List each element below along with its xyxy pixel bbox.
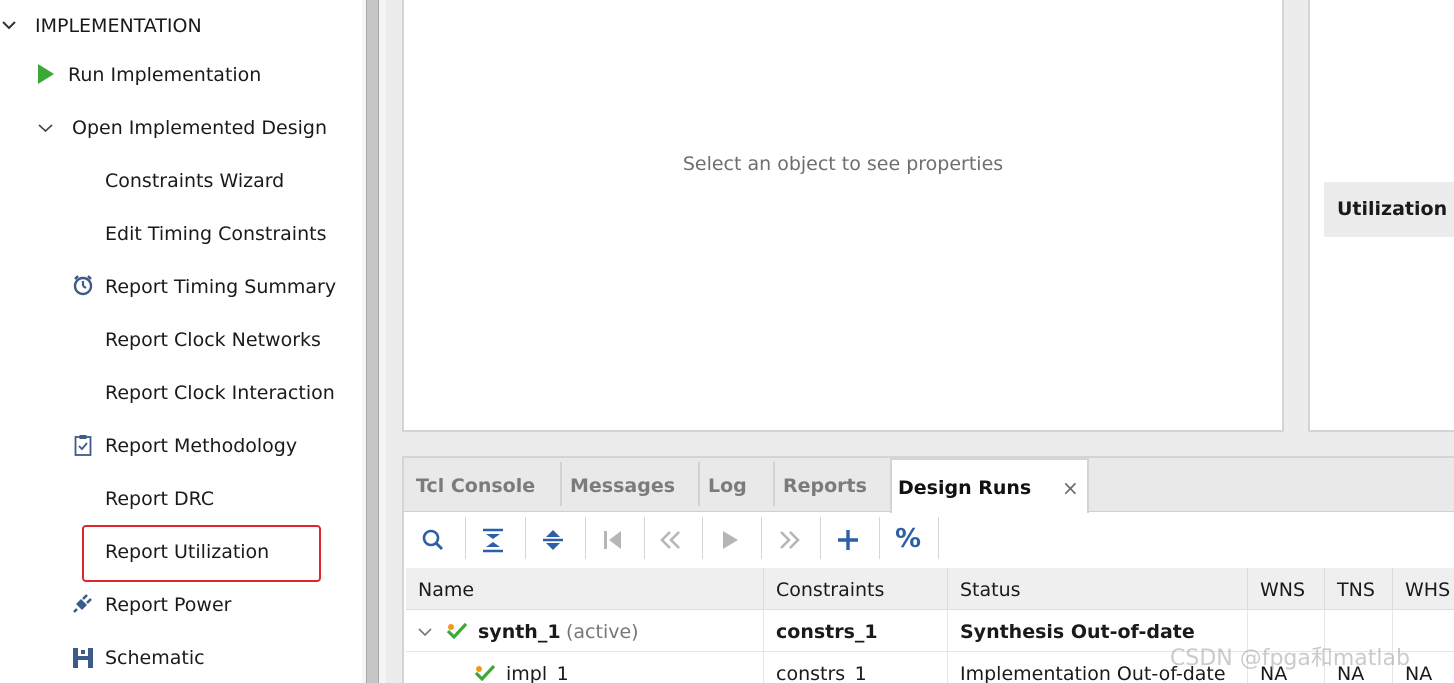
column-header-wns[interactable]: WNS: [1248, 568, 1325, 610]
status-cell: Synthesis Out-of-date: [948, 610, 1248, 652]
clipboard-check-icon: [74, 435, 92, 456]
wns-cell: [1248, 610, 1325, 652]
nav-label: Constraints Wizard: [105, 170, 285, 192]
tab-messages[interactable]: Messages: [560, 458, 696, 512]
toolbar-divider: [644, 517, 645, 559]
add-button[interactable]: [827, 521, 869, 559]
wns-cell: NA: [1248, 652, 1325, 683]
column-header-tns[interactable]: TNS: [1325, 568, 1393, 610]
toolbar-divider: [702, 517, 703, 559]
first-icon: [604, 531, 621, 549]
highlight-box: [82, 525, 321, 582]
tab-reports[interactable]: Reports: [773, 458, 889, 512]
expand-all-icon: [543, 530, 563, 550]
toolbar-divider: [585, 517, 586, 559]
nav-label: Report DRC: [105, 488, 215, 510]
stopwatch-icon: [73, 275, 93, 296]
column-header-constraints[interactable]: Constraints: [764, 568, 948, 610]
collapse-all-icon: [483, 528, 503, 553]
tab-label: Log: [708, 475, 747, 497]
toolbar-divider: [525, 517, 526, 559]
table-row-impl-1[interactable]: impl_1 constrs_1 Implementation Out-of-d…: [406, 652, 1454, 683]
nav-label: Report Methodology: [105, 435, 298, 457]
splitter[interactable]: [362, 0, 386, 683]
flow-navigator: IMPLEMENTATION Run Implementation Open I…: [0, 0, 362, 683]
nav-label: Report Clock Networks: [105, 329, 321, 351]
nav-label: Report Timing Summary: [105, 276, 337, 298]
design-runs-toolbar: %: [404, 513, 1454, 567]
nav-label: Run Implementation: [68, 64, 262, 86]
rewind-icon: [660, 531, 680, 549]
rewind-button[interactable]: [650, 521, 692, 559]
close-tab-icon[interactable]: ×: [1062, 460, 1079, 516]
active-tag: (active): [566, 621, 639, 643]
add-icon: [838, 530, 858, 550]
nav-label: Open Implemented Design: [72, 117, 328, 139]
run-name: impl_1: [506, 663, 569, 683]
constraints-cell: constrs_1: [764, 610, 948, 652]
table-header-row: Name Constraints Status WNS TNS WHS: [406, 568, 1454, 610]
tab-tcl-console[interactable]: Tcl Console: [406, 458, 554, 512]
constraints-cell: constrs_1: [764, 652, 948, 683]
nav-label: Schematic: [105, 647, 205, 669]
percent-icon: %: [895, 524, 922, 554]
chevron-down-icon[interactable]: [418, 627, 432, 637]
tns-cell: NA: [1325, 652, 1393, 683]
whs-cell: NA: [1393, 652, 1454, 683]
toolbar-divider: [465, 517, 466, 559]
project-summary-panel: Utilization: [1308, 0, 1454, 432]
collapse-all-button[interactable]: [472, 521, 514, 559]
fast-forward-button[interactable]: [768, 521, 810, 559]
run-name-cell: impl_1: [406, 652, 764, 683]
expand-all-button[interactable]: [532, 521, 574, 559]
properties-panel: Select an object to see properties: [402, 0, 1284, 432]
column-header-whs[interactable]: WHS: [1393, 568, 1454, 610]
search-button[interactable]: [412, 521, 454, 559]
bottom-panel: Tcl Console Messages Log Reports Design …: [402, 456, 1454, 683]
search-icon: [422, 529, 444, 551]
percent-button[interactable]: %: [886, 521, 928, 559]
run-name: synth_1: [478, 621, 561, 643]
toolbar-divider: [879, 517, 880, 559]
play-button[interactable]: [709, 521, 751, 559]
tab-design-runs[interactable]: Design Runs ×: [890, 458, 1089, 513]
tab-label: Messages: [570, 475, 676, 497]
fast-forward-icon: [780, 531, 800, 549]
tns-cell: [1325, 610, 1393, 652]
run-complete-check-icon: [474, 664, 496, 682]
table-row-synth-1[interactable]: synth_1 (active) constrs_1 Synthesis Out…: [406, 610, 1454, 652]
tab-label: Design Runs: [898, 477, 1032, 499]
first-button[interactable]: [592, 521, 634, 559]
tab-strip: Tcl Console Messages Log Reports Design …: [404, 458, 1454, 513]
section-title: IMPLEMENTATION: [35, 15, 202, 37]
tab-label: Tcl Console: [416, 475, 536, 497]
run-icon: [38, 64, 54, 84]
chevron-down-icon[interactable]: [38, 123, 53, 133]
schematic-icon: [73, 648, 93, 668]
nav-label: Report Power: [105, 594, 232, 616]
run-name-cell: synth_1 (active): [406, 610, 764, 652]
toolbar-divider: [820, 517, 821, 559]
whs-cell: [1393, 610, 1454, 652]
nav-label: Report Clock Interaction: [105, 382, 335, 404]
nav-label: Edit Timing Constraints: [105, 223, 327, 245]
splitter-handle[interactable]: [366, 0, 379, 683]
utilization-header: Utilization: [1324, 182, 1454, 237]
run-complete-check-icon: [446, 622, 468, 640]
toolbar-divider: [938, 517, 939, 559]
play-icon: [723, 531, 738, 549]
empty-properties-message: Select an object to see properties: [682, 153, 1004, 175]
tab-log[interactable]: Log: [698, 458, 772, 512]
power-plug-icon: [73, 594, 92, 613]
status-cell: Implementation Out-of-date: [948, 652, 1248, 683]
column-header-status[interactable]: Status: [948, 568, 1248, 610]
toolbar-divider: [761, 517, 762, 559]
tab-label: Reports: [783, 475, 867, 497]
column-header-name[interactable]: Name: [406, 568, 764, 610]
chevron-down-icon[interactable]: [2, 20, 16, 30]
